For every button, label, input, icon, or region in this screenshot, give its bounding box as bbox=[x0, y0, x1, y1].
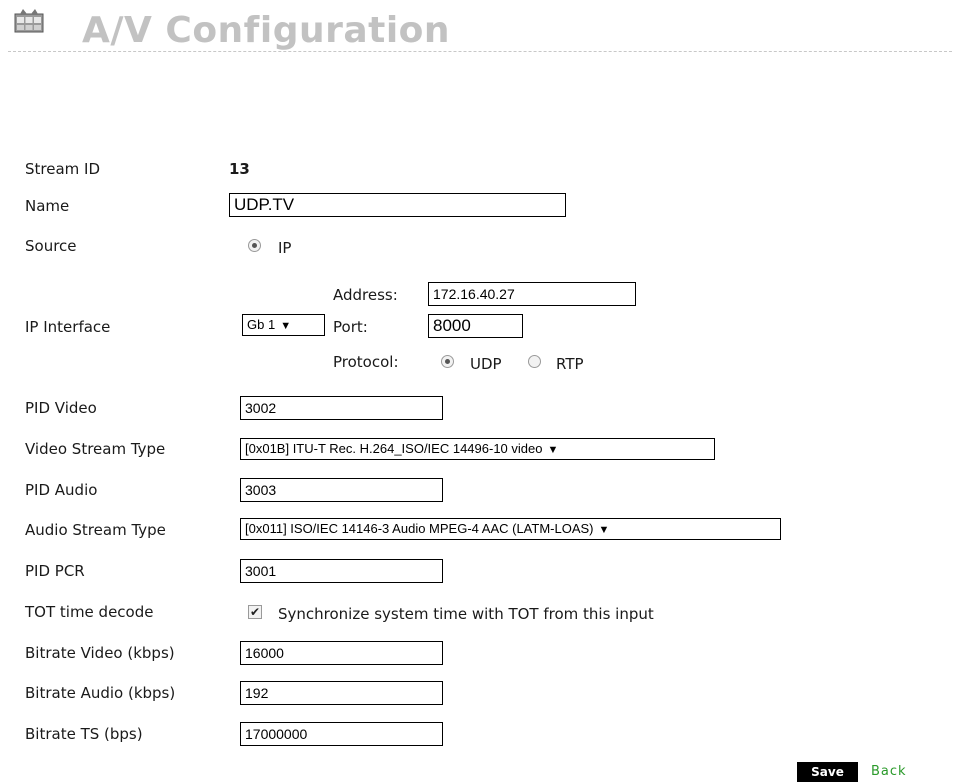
protocol-udp-label: UDP bbox=[470, 355, 502, 373]
page-title: A/V Configuration bbox=[82, 10, 451, 51]
back-link[interactable]: Back bbox=[871, 762, 907, 782]
name-label: Name bbox=[25, 197, 70, 215]
video-stream-type-select[interactable]: [0x01B] ITU-T Rec. H.264_ISO/IEC 14496-1… bbox=[240, 438, 715, 460]
name-input[interactable]: UDP.TV bbox=[229, 193, 566, 217]
address-input[interactable]: 172.16.40.27 bbox=[428, 282, 636, 306]
tot-sync-label: Synchronize system time with TOT from th… bbox=[278, 605, 654, 623]
film-strip-icon bbox=[14, 9, 44, 33]
protocol-rtp-label: RTP bbox=[556, 355, 584, 373]
bitrate-ts-label: Bitrate TS (bps) bbox=[25, 725, 143, 743]
video-stream-type-value: [0x01B] ITU-T Rec. H.264_ISO/IEC 14496-1… bbox=[245, 441, 543, 456]
bitrate-video-label: Bitrate Video (kbps) bbox=[25, 644, 175, 662]
tot-time-decode-label: TOT time decode bbox=[25, 603, 154, 621]
source-label: Source bbox=[25, 237, 77, 255]
page-header: A/V Configuration bbox=[0, 0, 955, 56]
source-ip-label: IP bbox=[278, 239, 292, 257]
source-ip-radio[interactable] bbox=[248, 239, 261, 252]
chevron-down-icon: ▼ bbox=[280, 320, 292, 332]
video-stream-type-label: Video Stream Type bbox=[25, 440, 166, 458]
pid-video-input[interactable]: 3002 bbox=[240, 396, 443, 420]
ip-interface-select[interactable]: Gb 1 ▼ bbox=[242, 314, 325, 336]
protocol-label: Protocol: bbox=[333, 353, 399, 371]
stream-id-label: Stream ID bbox=[25, 160, 101, 178]
bitrate-audio-input[interactable]: 192 bbox=[240, 681, 443, 705]
protocol-rtp-radio[interactable] bbox=[528, 355, 541, 368]
ip-interface-label: IP Interface bbox=[25, 318, 111, 336]
bitrate-ts-input[interactable]: 17000000 bbox=[240, 722, 443, 746]
chevron-down-icon: ▼ bbox=[598, 524, 610, 536]
title-divider bbox=[8, 51, 952, 52]
ip-interface-select-value: Gb 1 bbox=[247, 317, 276, 332]
protocol-udp-radio[interactable] bbox=[441, 355, 454, 368]
pid-audio-label: PID Audio bbox=[25, 481, 98, 499]
chevron-down-icon: ▼ bbox=[547, 444, 559, 456]
stream-id-value: 13 bbox=[229, 160, 250, 178]
save-button[interactable]: Save bbox=[797, 762, 858, 782]
pid-video-label: PID Video bbox=[25, 399, 97, 417]
address-label: Address: bbox=[333, 286, 398, 304]
pid-pcr-label: PID PCR bbox=[25, 562, 85, 580]
bitrate-audio-label: Bitrate Audio (kbps) bbox=[25, 684, 176, 702]
port-label: Port: bbox=[333, 318, 368, 336]
port-input[interactable]: 8000 bbox=[428, 314, 523, 338]
audio-stream-type-select[interactable]: [0x011] ISO/IEC 14146-3 Audio MPEG-4 AAC… bbox=[240, 518, 781, 540]
audio-stream-type-value: [0x011] ISO/IEC 14146-3 Audio MPEG-4 AAC… bbox=[245, 521, 594, 536]
pid-audio-input[interactable]: 3003 bbox=[240, 478, 443, 502]
pid-pcr-input[interactable]: 3001 bbox=[240, 559, 443, 583]
tot-sync-checkbox[interactable]: ✔ bbox=[248, 605, 262, 619]
bitrate-video-input[interactable]: 16000 bbox=[240, 641, 443, 665]
audio-stream-type-label: Audio Stream Type bbox=[25, 521, 166, 539]
